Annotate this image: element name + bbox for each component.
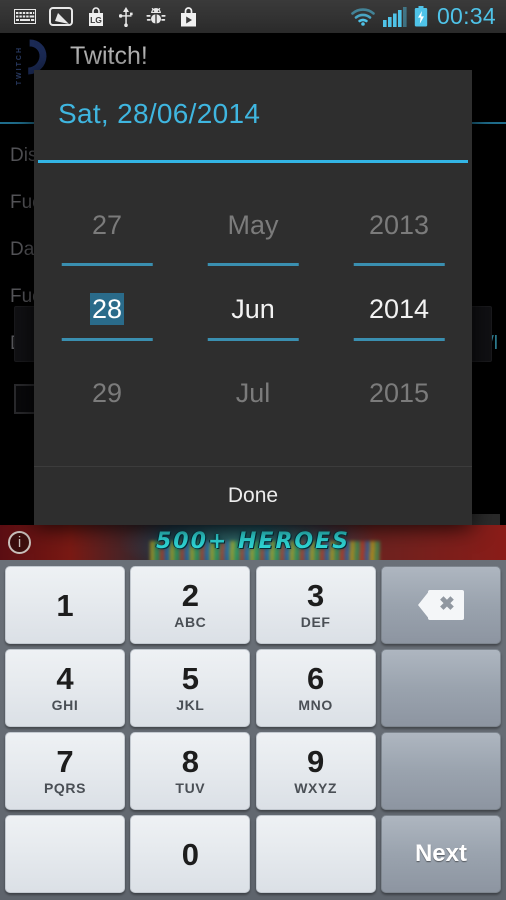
ad-info-icon[interactable]: i <box>8 531 31 554</box>
key-letters: ABC <box>174 614 207 630</box>
status-bar-clock: 00:34 <box>436 3 496 29</box>
key-7[interactable]: 7 PQRS <box>5 732 125 810</box>
battery-charging-icon <box>414 6 428 27</box>
day-current-value[interactable]: 28 <box>34 293 180 325</box>
day-next-value[interactable]: 29 <box>34 378 180 409</box>
day-previous-value[interactable]: 27 <box>34 210 180 241</box>
key-letters: TUV <box>175 780 206 796</box>
keyboard-row: 1 2 ABC 3 DEF ✖ <box>5 566 501 644</box>
key-number: 7 <box>56 744 74 779</box>
play-store-icon <box>181 6 196 26</box>
key-5[interactable]: 5 JKL <box>130 649 251 727</box>
year-spinner[interactable]: 2013 2014 2015 <box>326 188 472 468</box>
key-number: 5 <box>181 661 199 696</box>
signal-bars-icon <box>382 6 407 27</box>
year-spinner-bottom-line <box>353 338 445 341</box>
key-number: 3 <box>307 578 325 613</box>
key-number: 1 <box>56 587 74 623</box>
done-button[interactable]: Done <box>34 467 472 525</box>
month-spinner-bottom-line <box>207 338 299 341</box>
key-8[interactable]: 8 TUV <box>130 732 251 810</box>
month-current-value[interactable]: Jun <box>180 294 326 325</box>
date-spinner-group: 27 28 29 May Jun Jul 2013 2014 2015 <box>34 188 472 468</box>
month-spinner-top-line <box>207 263 299 266</box>
key-9[interactable]: 9 WXYZ <box>255 732 376 810</box>
ad-headline: 500+ HEROES <box>156 529 350 554</box>
key-next-label: Next <box>414 840 467 867</box>
key-number: 4 <box>56 661 74 696</box>
backspace-icon: ✖ <box>417 590 464 620</box>
usb-icon <box>119 6 133 27</box>
key-number: 0 <box>181 836 199 872</box>
android-screen: LG 00:34 TWITCH Twitch! Dist Fue Date Fu… <box>0 0 506 900</box>
key-blank-left[interactable] <box>5 815 125 893</box>
key-1[interactable]: 1 <box>5 566 125 644</box>
day-value-text: 28 <box>89 293 125 325</box>
key-0[interactable]: 0 <box>130 815 251 893</box>
day-spinner-bottom-line <box>61 338 153 341</box>
key-blank-right-2[interactable] <box>380 732 501 810</box>
date-picker-dialog: Sat, 28/06/2014 27 28 29 May Jun Jul 201… <box>34 70 472 525</box>
key-3[interactable]: 3 DEF <box>255 566 376 644</box>
dialog-title-divider <box>38 160 468 163</box>
android-debug-bug-icon <box>146 7 166 24</box>
day-spinner[interactable]: 27 28 29 <box>34 188 180 468</box>
key-next[interactable]: Next <box>380 815 501 893</box>
key-number: 9 <box>307 744 325 779</box>
year-spinner-top-line <box>353 263 445 266</box>
year-next-value[interactable]: 2015 <box>326 378 472 409</box>
svg-text:LG: LG <box>90 15 102 25</box>
key-backspace[interactable]: ✖ <box>380 566 501 644</box>
key-blank-middle[interactable] <box>255 815 376 893</box>
lg-app-icon: LG <box>89 6 103 26</box>
month-previous-value[interactable]: May <box>180 210 326 241</box>
keyboard-row: 7 PQRS 8 TUV 9 WXYZ <box>5 732 501 810</box>
ad-banner[interactable]: 500+ HEROES i <box>0 525 506 560</box>
status-bar[interactable]: LG 00:34 <box>0 0 506 33</box>
key-letters: MNO <box>298 697 333 713</box>
month-next-value[interactable]: Jul <box>180 378 326 409</box>
app-title: Twitch! <box>70 42 148 70</box>
backspace-x-glyph: ✖ <box>439 594 455 615</box>
keyboard-row: 4 GHI 5 JKL 6 MNO <box>5 649 501 727</box>
key-letters: GHI <box>51 697 79 713</box>
day-spinner-top-line <box>61 263 153 266</box>
key-number: 8 <box>181 744 199 779</box>
key-2[interactable]: 2 ABC <box>130 566 251 644</box>
key-letters: JKL <box>176 697 205 713</box>
year-current-value[interactable]: 2014 <box>326 294 472 325</box>
key-letters: DEF <box>300 614 331 630</box>
key-blank-right-1[interactable] <box>380 649 501 727</box>
status-bar-system-icons: 00:34 <box>350 3 498 30</box>
numeric-keyboard: 1 2 ABC 3 DEF ✖ 4 GHI 5 JKL 6 MNO 7 PQRS… <box>0 560 506 900</box>
status-bar-notification-icons: LG <box>14 6 198 27</box>
year-previous-value[interactable]: 2013 <box>326 210 472 241</box>
wifi-icon <box>351 8 375 26</box>
month-spinner[interactable]: May Jun Jul <box>180 188 326 468</box>
key-letters: WXYZ <box>294 780 338 796</box>
screen-capture-icon <box>49 7 73 26</box>
keyboard-row: 0 Next <box>5 815 501 893</box>
dialog-title: Sat, 28/06/2014 <box>58 98 261 129</box>
key-number: 6 <box>307 661 325 696</box>
keyboard-icon <box>14 9 36 24</box>
key-4[interactable]: 4 GHI <box>5 649 125 727</box>
key-letters: PQRS <box>43 780 87 796</box>
key-number: 2 <box>181 578 199 613</box>
key-6[interactable]: 6 MNO <box>255 649 376 727</box>
